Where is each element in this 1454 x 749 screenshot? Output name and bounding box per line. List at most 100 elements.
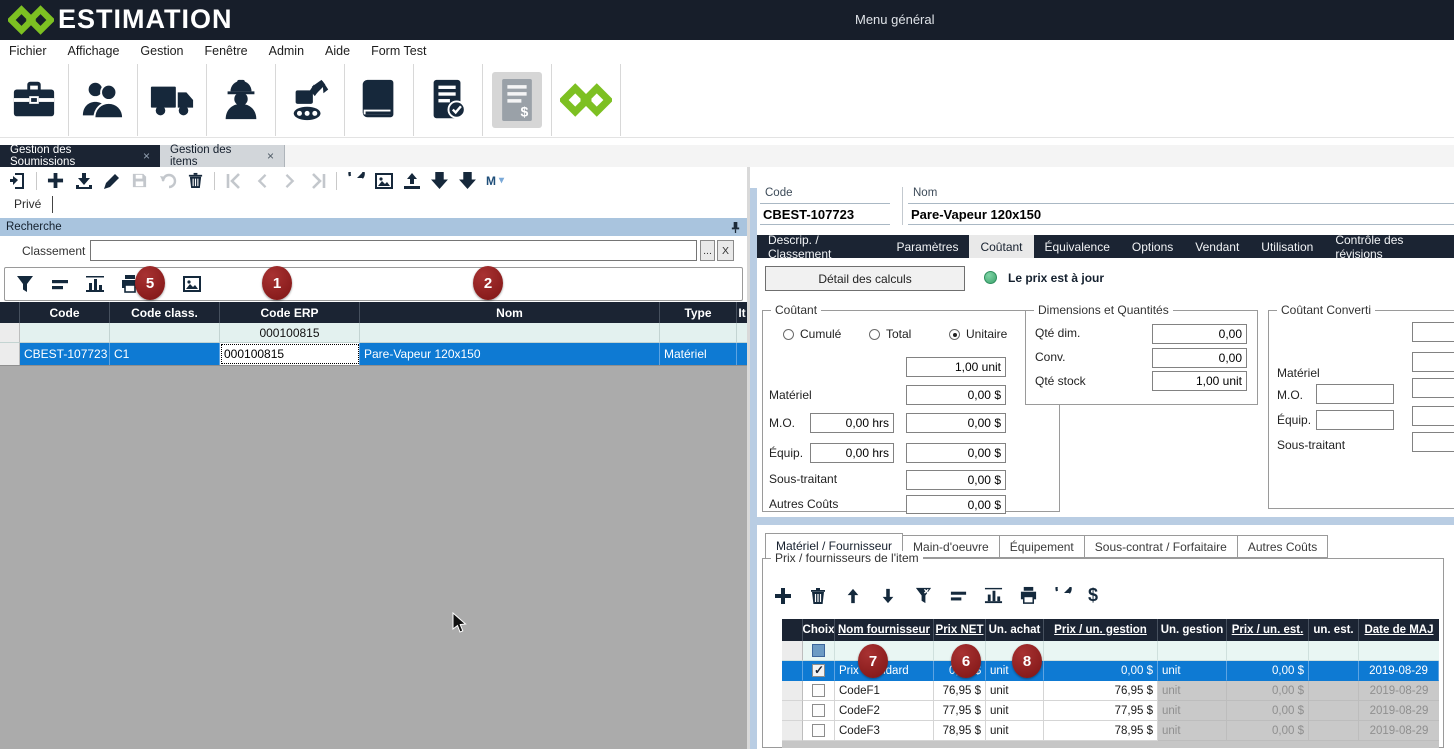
- export-icon[interactable]: [402, 171, 421, 190]
- col-prix-un-gestion[interactable]: Prix / un. gestion: [1044, 619, 1158, 641]
- column-header-it[interactable]: It: [737, 302, 747, 323]
- match-icon[interactable]: [948, 586, 968, 606]
- refresh-icon[interactable]: [1053, 586, 1073, 606]
- add-icon[interactable]: [46, 171, 65, 190]
- supplier-row-codef1[interactable]: CodeF1 76,95 $ unit 76,95 $ unit 0,00 $ …: [782, 681, 1439, 701]
- column-header-code[interactable]: Code: [20, 302, 110, 323]
- mo-hrs-field[interactable]: 0,00 hrs: [810, 413, 894, 433]
- column-header-nom[interactable]: Nom: [360, 302, 660, 323]
- m-menu-button[interactable]: M ▾: [486, 174, 504, 188]
- materiel-field[interactable]: 0,00 $: [906, 385, 1006, 405]
- filter-icon[interactable]: [14, 273, 36, 295]
- radio-cumule-label[interactable]: Cumulé: [800, 327, 841, 341]
- prive-label[interactable]: Privé: [14, 197, 41, 211]
- filter-code-erp[interactable]: 000100815: [220, 323, 360, 343]
- tab-descrip-classement[interactable]: Descrip. / Classement: [757, 235, 885, 258]
- download-2-icon[interactable]: [458, 171, 477, 190]
- print-icon[interactable]: [1018, 586, 1038, 606]
- col-un-achat[interactable]: Un. achat: [986, 619, 1044, 641]
- converti-equip-field[interactable]: [1412, 432, 1454, 452]
- col-prix-net[interactable]: Prix NET: [934, 619, 986, 641]
- tab-sous-contrat-forfaitaire[interactable]: Sous-contrat / Forfaitaire: [1085, 535, 1238, 558]
- document-price-icon[interactable]: $: [483, 64, 552, 136]
- menu-form-test[interactable]: Form Test: [371, 44, 426, 58]
- download-1-icon[interactable]: [430, 171, 449, 190]
- close-icon[interactable]: ×: [143, 149, 150, 163]
- cell-code-erp-editing[interactable]: 000100815: [220, 343, 360, 365]
- tab-options[interactable]: Options: [1121, 235, 1184, 258]
- col-choix[interactable]: Choix: [803, 619, 835, 641]
- match-icon[interactable]: [49, 273, 71, 295]
- column-header-code-erp[interactable]: Code ERP: [220, 302, 360, 323]
- exit-icon[interactable]: [8, 171, 27, 190]
- items-grid-row-selected[interactable]: CBEST-107723 C1 000100815 Pare-Vapeur 12…: [0, 343, 747, 365]
- radio-unitaire[interactable]: [949, 329, 960, 340]
- menu-affichage[interactable]: Affichage: [68, 44, 120, 58]
- refresh-icon[interactable]: [346, 171, 365, 190]
- image-icon[interactable]: [181, 273, 203, 295]
- radio-unitaire-label[interactable]: Unitaire: [966, 327, 1007, 341]
- tab-gestion-des-soumissions[interactable]: Gestion des Soumissions ×: [0, 145, 160, 167]
- converti-mo-inner-field[interactable]: [1316, 384, 1394, 404]
- move-down-icon[interactable]: [878, 586, 898, 606]
- col-un-gestion[interactable]: Un. gestion: [1158, 619, 1227, 641]
- choix-checkbox[interactable]: [812, 704, 825, 717]
- classement-input[interactable]: [90, 240, 697, 261]
- choix-checkbox[interactable]: [812, 724, 825, 737]
- document-check-icon[interactable]: [414, 64, 483, 136]
- clients-icon[interactable]: [69, 64, 138, 136]
- column-header-code-class[interactable]: Code class.: [110, 302, 220, 323]
- sous-traitant-field[interactable]: 0,00 $: [906, 470, 1006, 490]
- unit-qty-field[interactable]: 1,00 unit: [906, 357, 1006, 377]
- browse-button[interactable]: ...: [700, 240, 715, 261]
- filter-checkbox[interactable]: [812, 644, 825, 657]
- choix-checkbox[interactable]: [812, 684, 825, 697]
- tab-equipement[interactable]: Équipement: [1000, 535, 1085, 558]
- tab-gestion-des-items[interactable]: Gestion des items ×: [160, 145, 285, 167]
- tab-controle-revisions[interactable]: Contrôle des révisions: [1324, 235, 1454, 258]
- image-icon[interactable]: [374, 171, 393, 190]
- radio-total-label[interactable]: Total: [886, 327, 911, 341]
- code-field[interactable]: CBEST-107723: [760, 203, 890, 225]
- tab-utilisation[interactable]: Utilisation: [1250, 235, 1324, 258]
- menu-admin[interactable]: Admin: [269, 44, 304, 58]
- conv-field[interactable]: 0,00: [1152, 348, 1247, 368]
- menu-aide[interactable]: Aide: [325, 44, 350, 58]
- import-icon[interactable]: [74, 171, 93, 190]
- horizontal-splitter[interactable]: [757, 517, 1454, 525]
- delete-icon[interactable]: [186, 171, 205, 190]
- chart-icon[interactable]: [983, 586, 1003, 606]
- qte-stock-field[interactable]: 1,00 unit: [1152, 371, 1247, 391]
- brand-diamonds-icon[interactable]: [552, 64, 621, 136]
- pin-icon[interactable]: [730, 221, 741, 234]
- add-icon[interactable]: [773, 586, 793, 606]
- converti-field-1[interactable]: [1412, 322, 1454, 342]
- col-prix-un-est[interactable]: Prix / un. est.: [1227, 619, 1309, 641]
- nom-field[interactable]: Pare-Vapeur 120x150: [908, 203, 1454, 225]
- converti-materiel-field[interactable]: [1412, 378, 1454, 398]
- dollar-icon[interactable]: $: [1088, 585, 1098, 606]
- col-nom-fournisseur[interactable]: Nom fournisseur: [835, 619, 934, 641]
- supplier-row-codef3[interactable]: CodeF3 78,95 $ unit 78,95 $ unit 0,00 $ …: [782, 721, 1439, 741]
- autres-couts-field[interactable]: 0,00 $: [906, 495, 1006, 514]
- items-grid-filter-row[interactable]: 000100815: [0, 323, 747, 343]
- menu-gestion[interactable]: Gestion: [140, 44, 183, 58]
- clear-button[interactable]: X: [717, 240, 734, 261]
- truck-icon[interactable]: [138, 64, 207, 136]
- filter-icon[interactable]: [913, 586, 933, 606]
- radio-total[interactable]: [869, 329, 880, 340]
- menu-fichier[interactable]: Fichier: [9, 44, 47, 58]
- toolbox-icon[interactable]: [0, 64, 69, 136]
- equip-hrs-field[interactable]: 0,00 hrs: [810, 443, 894, 463]
- mo-value-field[interactable]: 0,00 $: [906, 413, 1006, 433]
- converti-equip-inner-field[interactable]: [1316, 410, 1394, 430]
- column-header-type[interactable]: Type: [660, 302, 737, 323]
- move-up-icon[interactable]: [843, 586, 863, 606]
- tab-parametres[interactable]: Paramètres: [885, 235, 969, 258]
- choix-checkbox[interactable]: [812, 664, 825, 677]
- equip-value-field[interactable]: 0,00 $: [906, 443, 1006, 463]
- edit-icon[interactable]: [102, 171, 121, 190]
- tab-vendant[interactable]: Vendant: [1184, 235, 1250, 258]
- tab-equivalence[interactable]: Équivalence: [1034, 235, 1121, 258]
- col-un-est[interactable]: un. est.: [1309, 619, 1359, 641]
